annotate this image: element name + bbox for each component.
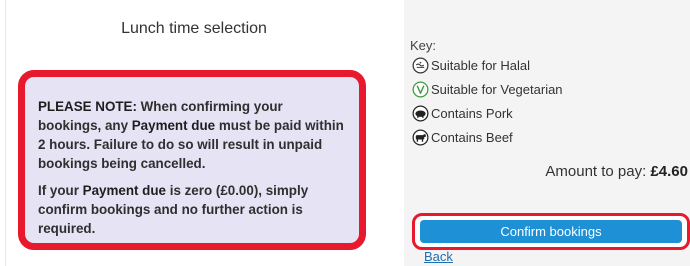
pork-icon [412,105,429,121]
key-item-beef: Contains Beef [412,128,513,146]
page-title: Lunch time selection [121,20,267,37]
halal-icon [412,57,429,73]
key-label: Key: [410,38,437,53]
key-item-label: Contains Pork [431,105,513,121]
key-item-vegetarian: Suitable for Vegetarian [412,80,563,98]
confirm-bookings-button[interactable]: Confirm bookings [420,220,682,243]
notice-bold: Payment due [131,118,216,133]
key-item-halal: Suitable for Halal [412,56,530,74]
amount-to-pay: Amount to pay: £4.60 [545,163,688,180]
key-item-pork: Contains Pork [412,104,513,122]
notice-paragraph-2: If your Payment due is zero (£0.00), sim… [38,181,349,238]
back-link[interactable]: Back [424,249,453,264]
vegetarian-icon [412,81,429,97]
key-item-label: Contains Beef [431,129,513,145]
payment-notice-box: PLEASE NOTE: When confirming your bookin… [18,70,366,250]
beef-icon [412,129,429,145]
notice-bold: Payment due [82,183,166,198]
panel-divider [5,0,6,266]
key-item-label: Suitable for Vegetarian [431,81,563,97]
key-item-label: Suitable for Halal [431,57,530,73]
notice-paragraph-1: PLEASE NOTE: When confirming your bookin… [38,97,349,173]
payment-notice-text: PLEASE NOTE: When confirming your bookin… [38,97,349,238]
booking-summary-panel: Key: Suitable for Halal Suitable for Veg… [404,0,690,266]
confirm-highlight: Confirm bookings [412,213,690,250]
amount-label: Amount to pay: [545,163,651,180]
notice-prefix: PLEASE NOTE: [38,99,137,114]
amount-value: £4.60 [650,163,688,180]
notice-text: If your [38,183,83,198]
lunch-selection-panel: Lunch time selection PLEASE NOTE: When c… [0,0,388,266]
